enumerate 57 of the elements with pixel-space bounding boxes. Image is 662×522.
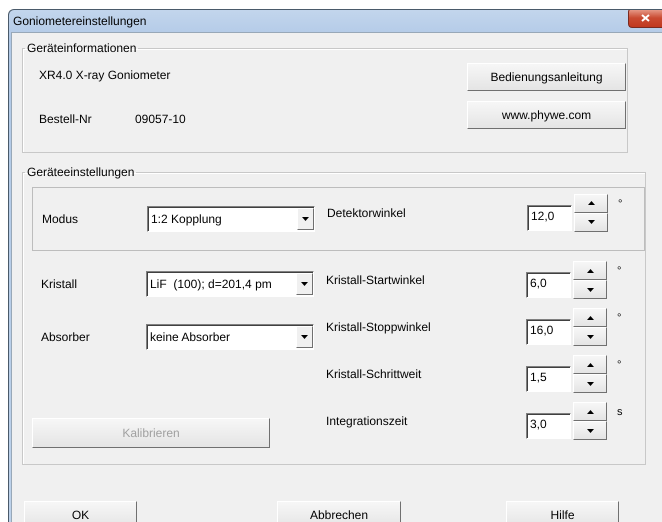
field-label: Kristall [41,277,78,291]
unit-label: ° [616,358,621,371]
close-button[interactable] [628,10,662,28]
help-button[interactable]: Hilfe [506,501,619,522]
up-arrow-icon [588,201,594,205]
close-icon [641,14,650,22]
increment-button[interactable] [573,402,607,421]
field-label: Integrationszeit [326,414,408,428]
number-field[interactable]: 1,5 [526,366,571,392]
up-arrow-icon [586,410,594,414]
increment-button[interactable] [573,261,607,280]
ok-button[interactable]: OK [24,501,137,522]
field-label: Modus [42,212,80,226]
field-label: Kristall-Stoppwinkel [326,320,432,334]
order-number: 09057-10 [135,112,186,126]
number-field[interactable]: 16,0 [526,319,571,345]
number-field[interactable]: 12,0 [527,204,572,230]
unit-label: ° [616,311,621,324]
group-title: Geräteinformationen [26,41,138,55]
cancel-button[interactable]: Abbrechen [277,501,401,522]
dropdown-arrow-icon [302,217,309,221]
field-label: Detektorwinkel [327,206,407,220]
down-arrow-icon [586,382,594,386]
down-arrow-icon [586,288,594,292]
field-label: Absorber [41,330,91,344]
up-arrow-icon [586,268,594,272]
field-label: Kristall-Startwinkel [326,273,426,287]
up-arrow-icon [586,316,594,320]
field-label: Kristall-Schrittweit [326,367,422,381]
down-arrow-icon [588,220,594,224]
down-arrow-icon [586,428,594,432]
decrement-button[interactable] [573,374,607,393]
increment-button[interactable] [574,194,608,212]
website-button[interactable]: www.phywe.com [467,101,626,129]
increment-button[interactable] [573,355,607,374]
dropdown-field[interactable]: LiF (100); d=201,4 pm [146,271,314,297]
device-name: XR4.0 X-ray Goniometer [39,68,172,82]
decrement-button[interactable] [573,327,607,346]
dropdown-field[interactable]: 1:2 Kopplung [147,206,315,232]
increment-button[interactable] [573,308,607,327]
window-title: Goniometereinstellungen [13,14,146,28]
up-arrow-icon [586,362,594,366]
decrement-button[interactable] [574,212,608,232]
decrement-button[interactable] [573,280,607,299]
unit-label: ° [617,196,622,210]
unit-label: s [616,405,621,418]
dropdown-arrow-icon [301,282,308,286]
down-arrow-icon [586,334,594,338]
field-label: Bestell-Nr [39,112,93,126]
manual-button[interactable]: Bedienungsanleitung [467,63,626,91]
number-field[interactable]: 6,0 [526,272,571,298]
number-field[interactable]: 3,0 [526,413,571,439]
dropdown-arrow-icon [301,335,308,339]
unit-label: ° [616,264,621,277]
decrement-button[interactable] [573,421,607,440]
dropdown-field[interactable]: keine Absorber [146,324,314,350]
group-title: Geräteeinstellungen [26,165,136,179]
